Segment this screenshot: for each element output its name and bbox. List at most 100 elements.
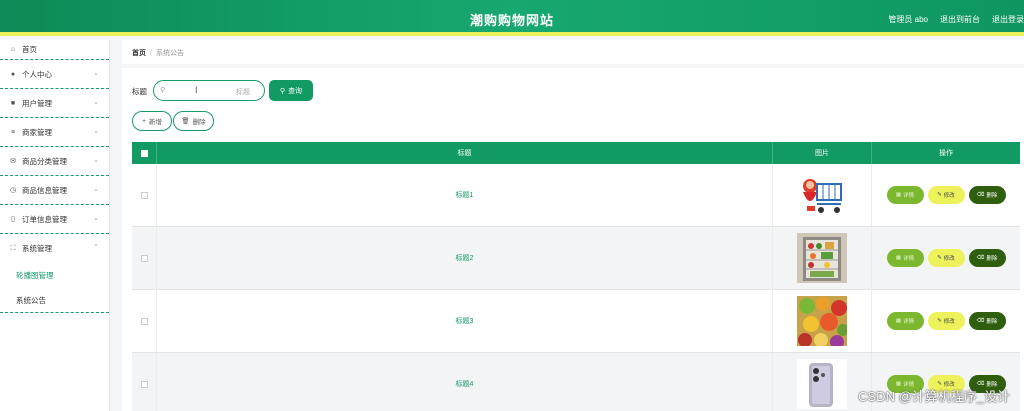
row-checkbox[interactable] (140, 380, 148, 388)
list-icon: ≡ (10, 128, 16, 136)
sidebar-item-label: 商品信息管理 (22, 185, 67, 195)
search-icon: ⚲ (160, 87, 166, 94)
sidebar-item-label: 订单信息管理 (22, 214, 67, 224)
delete-button-label: 删除 (192, 119, 206, 126)
breadcrumb: 首页 / 系统公告 (132, 50, 184, 57)
announcement-table: 标题 图片 操作 标题1 ▦ 详情 ✎ 修改 ⌫ 删除 标题2 ▦ 详情 ✎ 修… (132, 142, 1020, 411)
edit-button[interactable]: ✎ 修改 (927, 249, 965, 267)
sidebar-item-home[interactable]: ⌂ 首页 (0, 40, 109, 60)
trash-icon: 🗑 (181, 118, 190, 125)
row-checkbox[interactable] (140, 191, 148, 199)
chevron-down-icon: ⌄ (93, 157, 99, 164)
chevron-down-icon: ⌄ (93, 128, 99, 135)
add-button-label: 新增 (148, 119, 162, 126)
trash-icon: ⌫ (976, 192, 985, 198)
header-image: 图片 (773, 142, 872, 164)
header-title: 标题 (157, 142, 773, 164)
sidebar-item-label: 商家管理 (22, 127, 52, 137)
chevron-down-icon: ⌄ (93, 215, 99, 222)
fruit-image (797, 296, 847, 346)
sidebar-subitem-carousel[interactable]: 轮播图管理 (0, 263, 109, 288)
query-button[interactable]: ⚲ 查询 (269, 80, 313, 101)
edit-icon: ✎ (937, 255, 942, 261)
batch-delete-button[interactable]: 🗑 删除 (173, 111, 214, 131)
sidebar-subitem-announcements[interactable]: 系统公告 (0, 288, 109, 313)
home-icon: ⌂ (10, 46, 16, 53)
trash-icon: ⌫ (976, 255, 985, 261)
row-title: 标题4 (157, 353, 773, 411)
chevron-down-icon: ⌄ (93, 70, 99, 77)
edit-button[interactable]: ✎ 修改 (927, 186, 965, 204)
sidebar-item-product-management[interactable]: ◷ 商品信息管理 ⌄ (0, 176, 109, 205)
search-label: 标题 (132, 87, 147, 96)
shopping-cart-image (797, 170, 847, 220)
search-placeholder: 标题 (236, 89, 250, 96)
users-icon: ■ (10, 99, 16, 107)
top-header: 潮购购物网站 管理员 abo 退出到前台 退出登录 (0, 0, 1024, 36)
sidebar-item-label: 商品分类管理 (22, 156, 67, 166)
row-title: 标题1 (157, 164, 773, 226)
admin-user-link[interactable]: 管理员 abo (888, 14, 928, 25)
chevron-down-icon: ⌄ (93, 186, 99, 193)
plus-icon: + (142, 117, 146, 125)
sidebar: ⌂ 首页 ● 个人中心 ⌄ ■ 用户管理 ⌄ ≡ 商家管理 ⌄ ✉ 商品分类管理… (0, 40, 110, 411)
table-row: 标题1 ▦ 详情 ✎ 修改 ⌫ 删除 (132, 164, 1020, 227)
detail-icon: ▦ (895, 318, 902, 324)
chevron-up-icon: ⌃ (93, 244, 99, 251)
header-checkbox-cell (132, 142, 157, 164)
breadcrumb-current: 系统公告 (155, 50, 184, 57)
row-checkbox[interactable] (140, 317, 148, 325)
search-input[interactable]: ⚲ I 标题 (153, 80, 265, 101)
sidebar-item-label: 首页 (22, 45, 37, 54)
expand-icon: ⛶ (10, 244, 16, 252)
query-button-label: 查询 (288, 87, 303, 95)
table-row: 标题2 ▦ 详情 ✎ 修改 ⌫ 删除 (132, 227, 1020, 290)
header-ops: 操作 (939, 150, 953, 157)
row-title: 标题3 (157, 290, 773, 352)
text-cursor-icon: I (195, 85, 198, 95)
user-icon: ● (10, 70, 16, 78)
watermark: CSDN @计算机程序_设计 (858, 389, 1010, 404)
edit-icon: ✎ (937, 318, 942, 324)
breadcrumb-home[interactable]: 首页 (132, 50, 146, 57)
delete-button[interactable]: ⌫ 删除 (968, 249, 1006, 267)
delete-button[interactable]: ⌫ 删除 (968, 312, 1006, 330)
sidebar-item-category-management[interactable]: ✉ 商品分类管理 ⌄ (0, 147, 109, 176)
row-checkbox[interactable] (140, 254, 148, 262)
detail-icon: ▦ (895, 255, 902, 261)
sidebar-item-personal-center[interactable]: ● 个人中心 ⌄ (0, 60, 109, 89)
sidebar-item-label: 系统管理 (22, 244, 52, 253)
trash-icon: ⌫ (976, 318, 985, 324)
select-all-checkbox[interactable] (140, 149, 148, 157)
delete-button[interactable]: ⌫ 删除 (968, 186, 1006, 204)
table-row: 标题3 ▦ 详情 ✎ 修改 ⌫ 删除 (132, 290, 1020, 353)
mail-icon: ✉ (10, 158, 16, 165)
sidebar-item-order-management[interactable]: ▯ 订单信息管理 ⌄ (0, 205, 109, 234)
sidebar-item-label: 个人中心 (22, 69, 52, 79)
sidebar-item-user-management[interactable]: ■ 用户管理 ⌄ (0, 89, 109, 118)
divider (122, 64, 1024, 68)
row-title: 标题2 (157, 227, 773, 289)
add-button[interactable]: + 新增 (132, 111, 172, 131)
header-links: 管理员 abo 退出到前台 退出登录 (888, 14, 1024, 25)
search-icon: ⚲ (279, 87, 286, 95)
logout-link[interactable]: 退出登录 (992, 14, 1024, 25)
back-to-front-link[interactable]: 退出到前台 (940, 14, 980, 25)
detail-button[interactable]: ▦ 详情 (886, 249, 924, 267)
table-header: 标题 图片 操作 (132, 142, 1020, 164)
fridge-image (797, 233, 847, 283)
sidebar-item-system-management[interactable]: ⛶ 系统管理 ⌃ (0, 234, 109, 263)
edit-button[interactable]: ✎ 修改 (927, 312, 965, 330)
detail-button[interactable]: ▦ 详情 (886, 312, 924, 330)
chevron-down-icon: ⌄ (93, 99, 99, 106)
sidebar-item-merchant-management[interactable]: ≡ 商家管理 ⌄ (0, 118, 109, 147)
phone-image (797, 359, 847, 409)
gauge-icon: ◷ (9, 187, 17, 194)
detail-button[interactable]: ▦ 详情 (886, 186, 924, 204)
lock-icon: ▯ (11, 216, 15, 223)
detail-icon: ▦ (895, 192, 902, 198)
site-title: 潮购购物网站 (469, 13, 554, 28)
edit-icon: ✎ (937, 192, 942, 198)
main-content: 首页 / 系统公告 标题 ⚲ I 标题 ⚲ 查询 + 新增 🗑 删除 标题 图片 操… (122, 40, 1024, 411)
sidebar-item-label: 用户管理 (22, 98, 52, 108)
